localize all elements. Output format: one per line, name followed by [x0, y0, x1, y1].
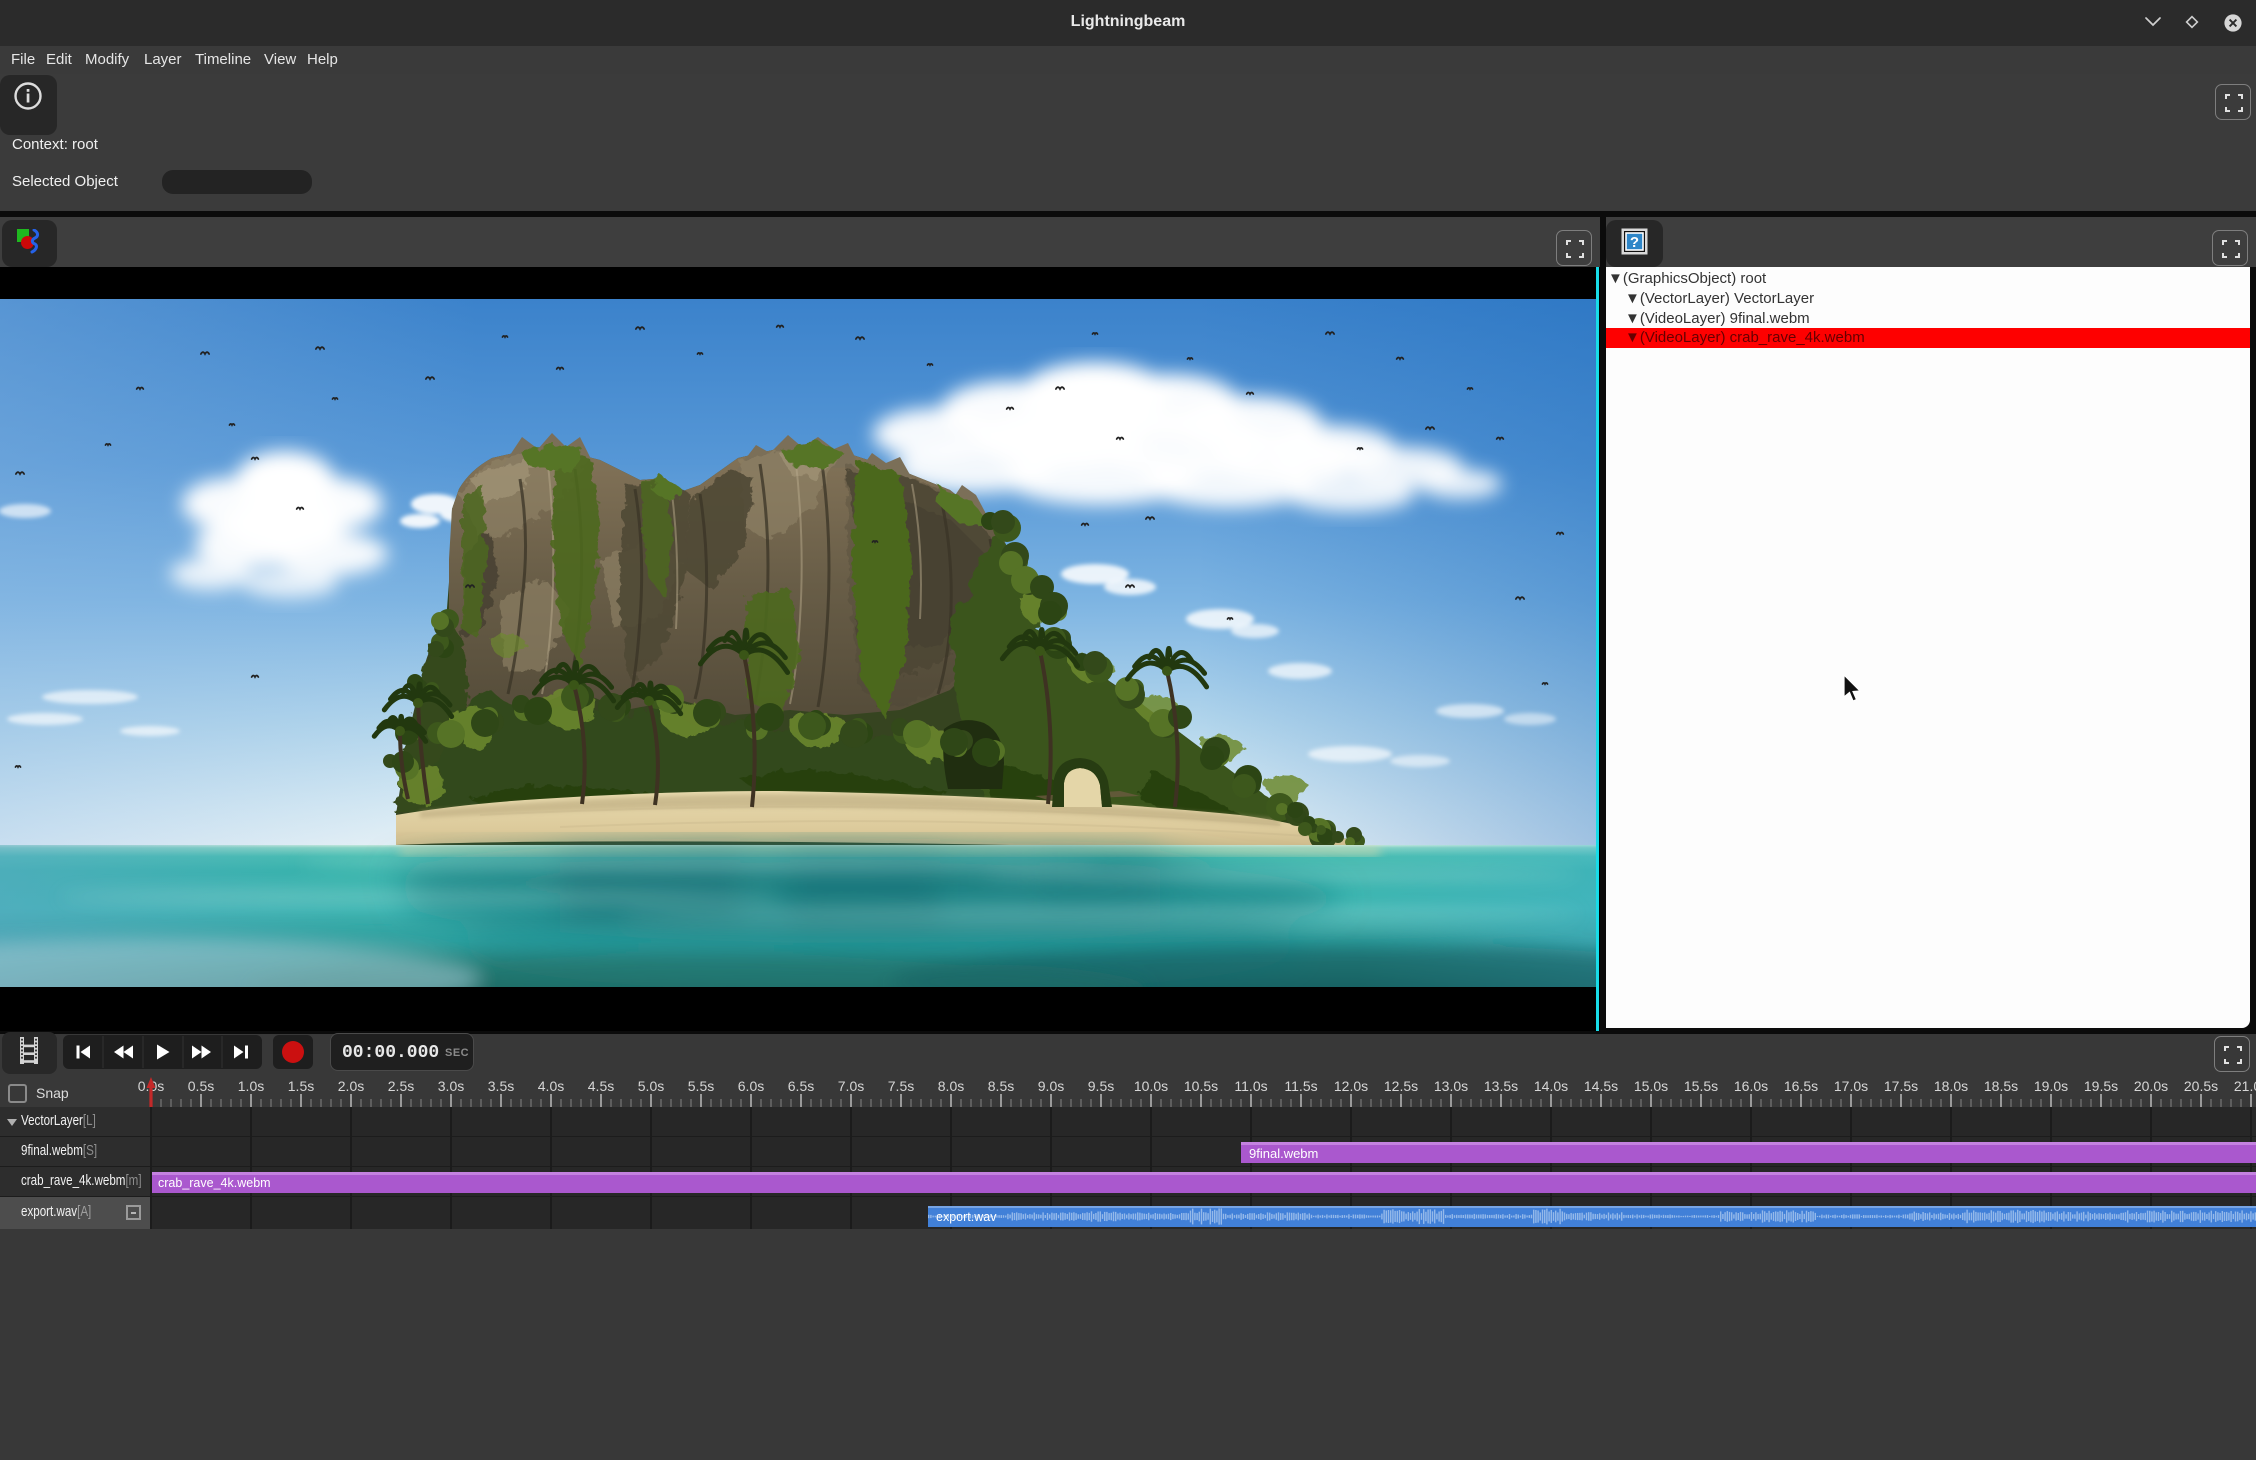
svg-text:?: ?: [1630, 234, 1639, 251]
